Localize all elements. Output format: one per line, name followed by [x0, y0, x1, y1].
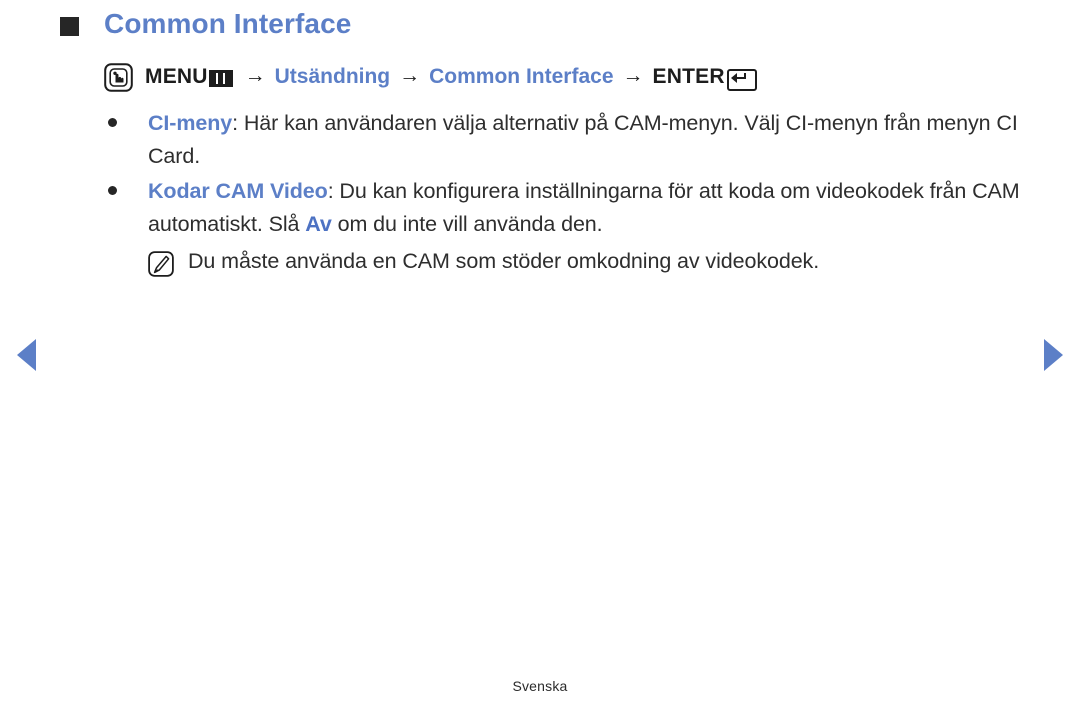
note-row: Du måste använda en CAM som stöder omkod…	[148, 245, 1038, 278]
bullet-text-ci-meny: CI-meny: Här kan användaren välja altern…	[148, 107, 1038, 173]
menu-path-step-common-interface: Common Interface	[429, 64, 614, 88]
bullet-text-kodar-cam-video: Kodar CAM Video: Du kan konfigurera inst…	[148, 175, 1038, 241]
content-body: CI-meny: Här kan användaren välja altern…	[108, 107, 1038, 278]
section-square-bullet	[60, 17, 79, 36]
bullet-dot-icon	[108, 186, 117, 195]
page-header: Common Interface	[60, 8, 351, 40]
menu-grid-icon	[208, 70, 233, 87]
enter-arrow-head	[730, 72, 737, 83]
path-arrow-1: →	[244, 63, 266, 87]
bullet-body-1: Här kan användaren välja alternativ på C…	[148, 111, 1018, 168]
page-title: Common Interface	[104, 8, 352, 39]
list-item: CI-meny: Här kan användaren välja altern…	[108, 107, 1038, 173]
bullet-dot-icon	[108, 118, 117, 127]
enter-return-icon	[726, 68, 757, 91]
path-arrow-2: →	[399, 63, 421, 87]
previous-page-arrow[interactable]	[17, 339, 36, 371]
path-arrow-3: →	[622, 63, 644, 87]
list-item: Kodar CAM Video: Du kan konfigurera inst…	[108, 175, 1038, 241]
bullet-body-2b: om du inte vill använda den.	[331, 212, 603, 236]
menu-button-label: MENU	[145, 64, 208, 88]
note-text: Du måste använda en CAM som stöder omkod…	[188, 249, 820, 273]
enter-button-label: ENTER	[652, 64, 725, 88]
note-pencil-icon	[148, 251, 174, 277]
highlight-value-av: Av	[305, 212, 332, 236]
menu-path-breadcrumb: MENU → Utsändning → Common Interface → E…	[104, 62, 757, 92]
term-ci-meny: CI-meny	[148, 111, 233, 135]
language-footer: Svenska	[512, 678, 568, 694]
menu-path-step-broadcasting: Utsändning	[274, 64, 391, 88]
next-page-arrow[interactable]	[1044, 339, 1063, 371]
touch-hand-icon	[104, 63, 133, 92]
term-kodar-cam-video: Kodar CAM Video	[148, 179, 328, 203]
